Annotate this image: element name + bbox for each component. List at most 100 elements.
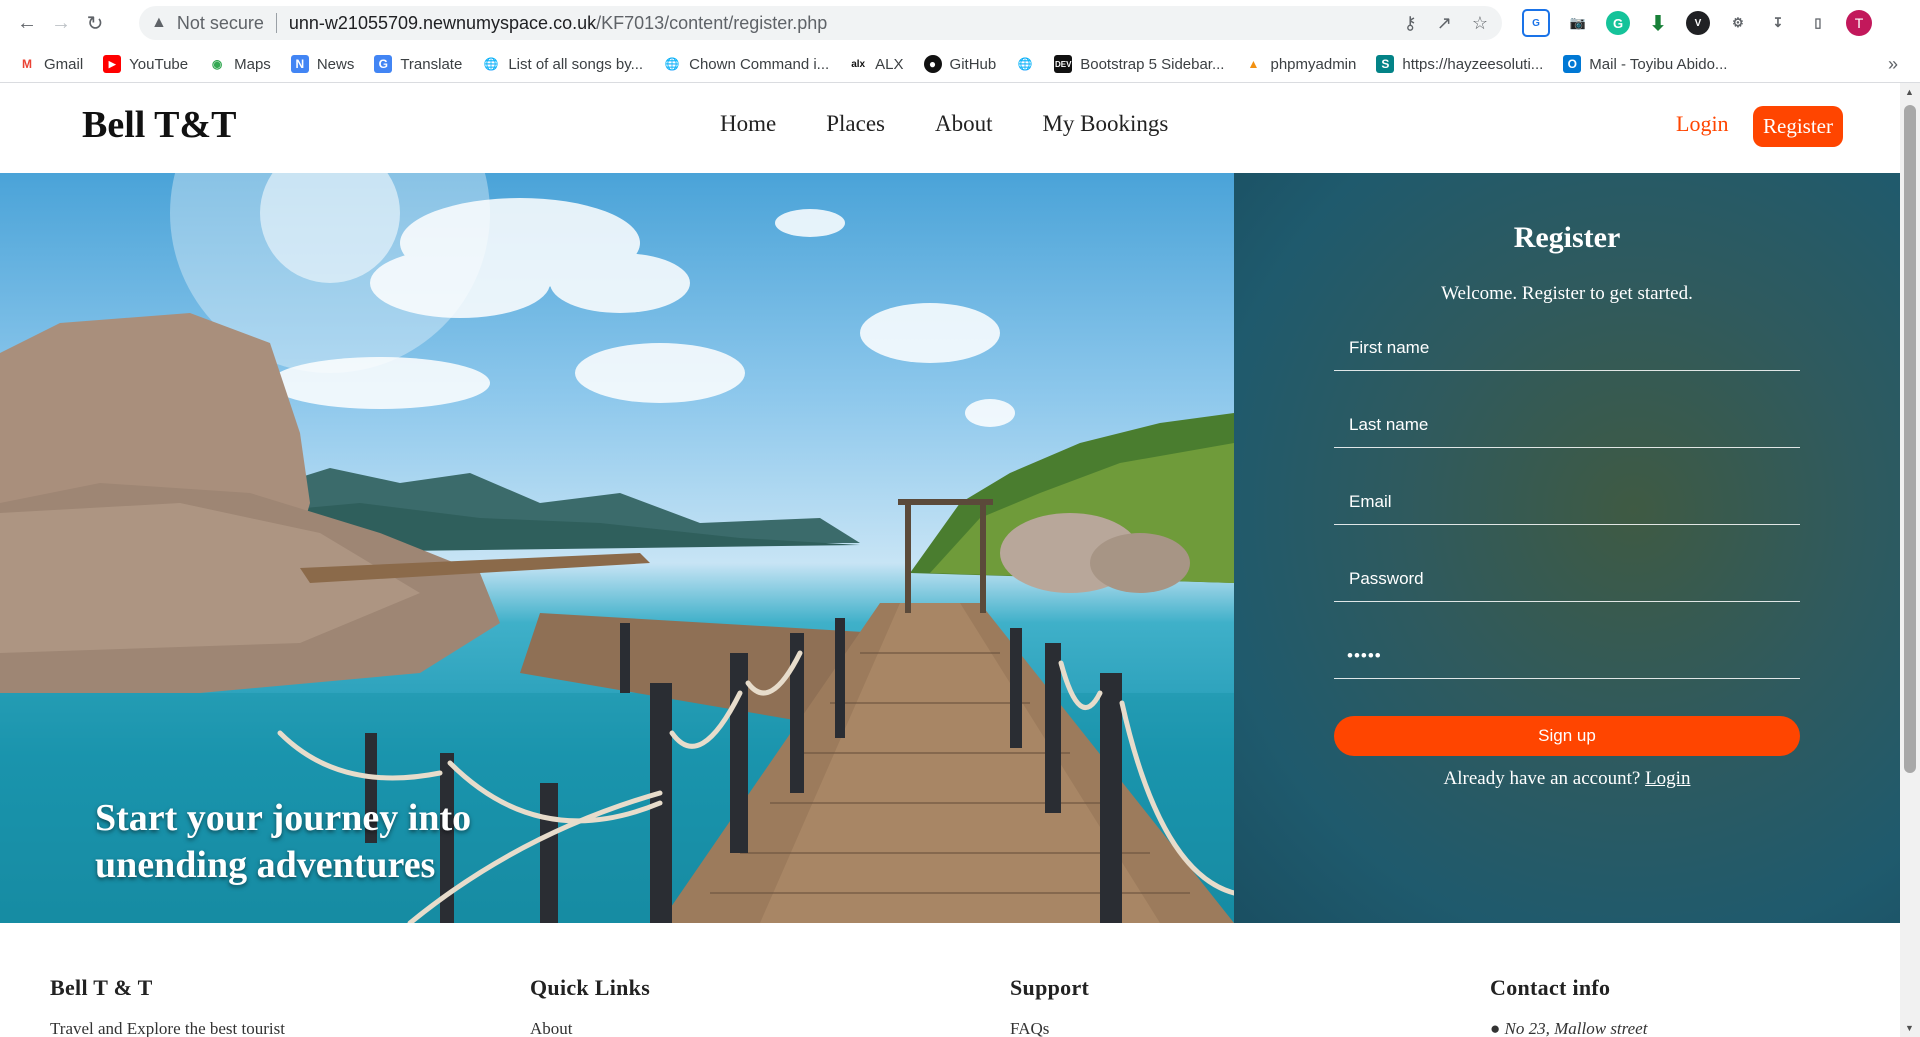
youtube-icon: ▶ [103, 55, 122, 73]
vpn-icon[interactable]: V [1686, 11, 1710, 35]
download-arrow-icon[interactable]: ⬇ [1646, 11, 1670, 35]
footer-col-links: Quick Links About [530, 975, 650, 1037]
nav-places[interactable]: Places [826, 111, 885, 137]
already-account-text: Already have an account? [1443, 768, 1641, 789]
login-link[interactable]: Login [1645, 768, 1690, 789]
translate-ext-icon[interactable]: G [1522, 9, 1550, 37]
page-scrollbar[interactable]: ▲ ▼ [1900, 83, 1920, 1037]
url-host[interactable]: unn-w21055709.newnumyspace.co.uk [289, 13, 596, 34]
nav-home[interactable]: Home [720, 111, 776, 137]
email-field[interactable] [1334, 479, 1800, 525]
last-name-field[interactable] [1334, 402, 1800, 448]
star-icon[interactable]: ☆ [1472, 13, 1488, 34]
bookmark-label: ALX [875, 55, 904, 73]
browser-toolbar: ← → ↻ ▲ Not secure unn-w21055709.newnumy… [0, 0, 1920, 46]
footer-col-about: Bell T & T Travel and Explore the best t… [50, 975, 285, 1037]
omnibox-actions: ⚷ ↗ ☆ [1404, 6, 1488, 40]
footer-link-faqs[interactable]: FAQs [1010, 1019, 1089, 1037]
last-name-input[interactable] [1347, 413, 1800, 436]
header-register-button[interactable]: Register [1753, 106, 1843, 147]
confirm-password-value[interactable]: ••••• [1347, 646, 1382, 666]
main-nav: Home Places About My Bookings [720, 111, 1168, 137]
bookmark-label: YouTube [129, 55, 189, 73]
first-name-input[interactable] [1347, 336, 1800, 359]
bookmark-label: https://hayzeesoluti... [1402, 55, 1544, 73]
footer-brand-text: Travel and Explore the best tourist [50, 1019, 285, 1037]
nav-my-bookings[interactable]: My Bookings [1042, 111, 1168, 137]
bookmark-alx[interactable]: alx ALX [849, 55, 903, 73]
profile-avatar[interactable]: T [1846, 10, 1872, 36]
warning-icon[interactable]: ▲ [151, 14, 167, 32]
news-icon: N [290, 55, 309, 73]
bookmark-hayzee[interactable]: Shttps://hayzeesoluti... [1376, 55, 1543, 73]
bookmark-maps[interactable]: ◉ Maps [208, 55, 271, 73]
forward-icon[interactable]: → [44, 6, 78, 40]
github-icon: ● [923, 55, 942, 73]
form-title: Register [1513, 221, 1621, 254]
omnibox-divider [275, 13, 277, 33]
address-text: No 23, Mallow street [1504, 1019, 1648, 1037]
phpmyadmin-icon: ▲ [1247, 57, 1260, 71]
hero-section: Start your journey into unending adventu… [0, 173, 1900, 923]
bookmark-chown[interactable]: 🌐 Chown Command i... [663, 55, 830, 73]
bookmark-gmail[interactable]: M Gmail [18, 55, 83, 73]
maps-icon: ◉ [211, 57, 223, 71]
puzzle-icon[interactable]: ⚙ [1726, 11, 1750, 35]
url-path[interactable]: /KF7013/content/register.php [596, 13, 827, 34]
footer-quick-links-title: Quick Links [530, 975, 651, 1000]
site-footer: Bell T & T Travel and Explore the best t… [0, 923, 1900, 1037]
sharepoint-icon: S [1376, 55, 1395, 73]
bookmark-label: Gmail [44, 55, 84, 73]
footer-contact-title: Contact info [1490, 975, 1611, 1000]
site-header: Bell T&T Home Places About My Bookings L… [0, 83, 1900, 173]
globe-icon: 🌐 [664, 57, 680, 71]
hero-tagline: Start your journey into unending adventu… [95, 797, 472, 886]
translate-icon: G [374, 55, 393, 73]
footer-brand-title: Bell T & T [50, 975, 153, 1000]
form-subtitle: Welcome. Register to get started. [1441, 283, 1693, 304]
key-icon[interactable]: ⚷ [1404, 13, 1417, 34]
bookmark-mail[interactable]: O Mail - Toyibu Abido... [1563, 55, 1727, 73]
bookmark-label: GitHub [949, 55, 997, 73]
password-field[interactable] [1334, 556, 1800, 602]
scroll-down-icon[interactable]: ▼ [1905, 1023, 1914, 1033]
signup-button[interactable]: Sign up [1334, 716, 1800, 756]
footer-support-title: Support [1010, 975, 1090, 1000]
globe-icon: 🌐 [1017, 57, 1033, 71]
more-bookmarks-icon[interactable]: » [1888, 54, 1898, 75]
bookmark-github[interactable]: ● GitHub [923, 55, 997, 73]
scrollbar-thumb[interactable] [1904, 105, 1916, 773]
bookmark-songs[interactable]: 🌐 List of all songs by... [482, 55, 643, 73]
nav-about[interactable]: About [935, 111, 993, 137]
side-panel-icon[interactable]: ▯ [1806, 11, 1830, 35]
password-input[interactable] [1347, 567, 1800, 590]
outlook-icon: O [1563, 55, 1582, 73]
camera-icon[interactable]: 📷 [1566, 11, 1590, 35]
confirm-password-field[interactable]: ••••• [1334, 633, 1800, 679]
share-icon[interactable]: ↗ [1437, 13, 1452, 34]
bookmark-label: Translate [400, 55, 463, 73]
bookmark-globe[interactable]: 🌐 [1016, 55, 1034, 73]
back-icon[interactable]: ← [10, 6, 44, 40]
email-input[interactable] [1347, 490, 1800, 513]
downloads-icon[interactable]: ↧ [1766, 11, 1790, 35]
bookmark-youtube[interactable]: ▶ YouTube [103, 55, 188, 73]
scroll-up-icon[interactable]: ▲ [1905, 87, 1914, 97]
bookmark-label: Bootstrap 5 Sidebar... [1080, 55, 1225, 73]
bookmark-bootstrap[interactable]: DEV Bootstrap 5 Sidebar... [1054, 55, 1224, 73]
bookmark-news[interactable]: N News [290, 55, 355, 73]
not-secure-label[interactable]: Not secure [177, 13, 264, 34]
bookmark-label: Chown Command i... [689, 55, 830, 73]
header-login-link[interactable]: Login [1676, 111, 1729, 137]
bookmark-translate[interactable]: G Translate [374, 55, 462, 73]
address-bar[interactable]: ▲ Not secure unn-w21055709.newnumyspace.… [139, 6, 1502, 40]
bookmark-phpmyadmin[interactable]: ▲ phpmyadmin [1244, 55, 1357, 73]
bookmark-label: Mail - Toyibu Abido... [1589, 55, 1728, 73]
bookmark-label: phpmyadmin [1270, 55, 1357, 73]
first-name-field[interactable] [1334, 325, 1800, 371]
grammarly-icon[interactable]: G [1606, 11, 1630, 35]
site-brand[interactable]: Bell T&T [82, 103, 237, 147]
reload-icon[interactable]: ↻ [78, 6, 112, 40]
bookmark-label: News [316, 55, 355, 73]
footer-link-about[interactable]: About [530, 1019, 650, 1037]
